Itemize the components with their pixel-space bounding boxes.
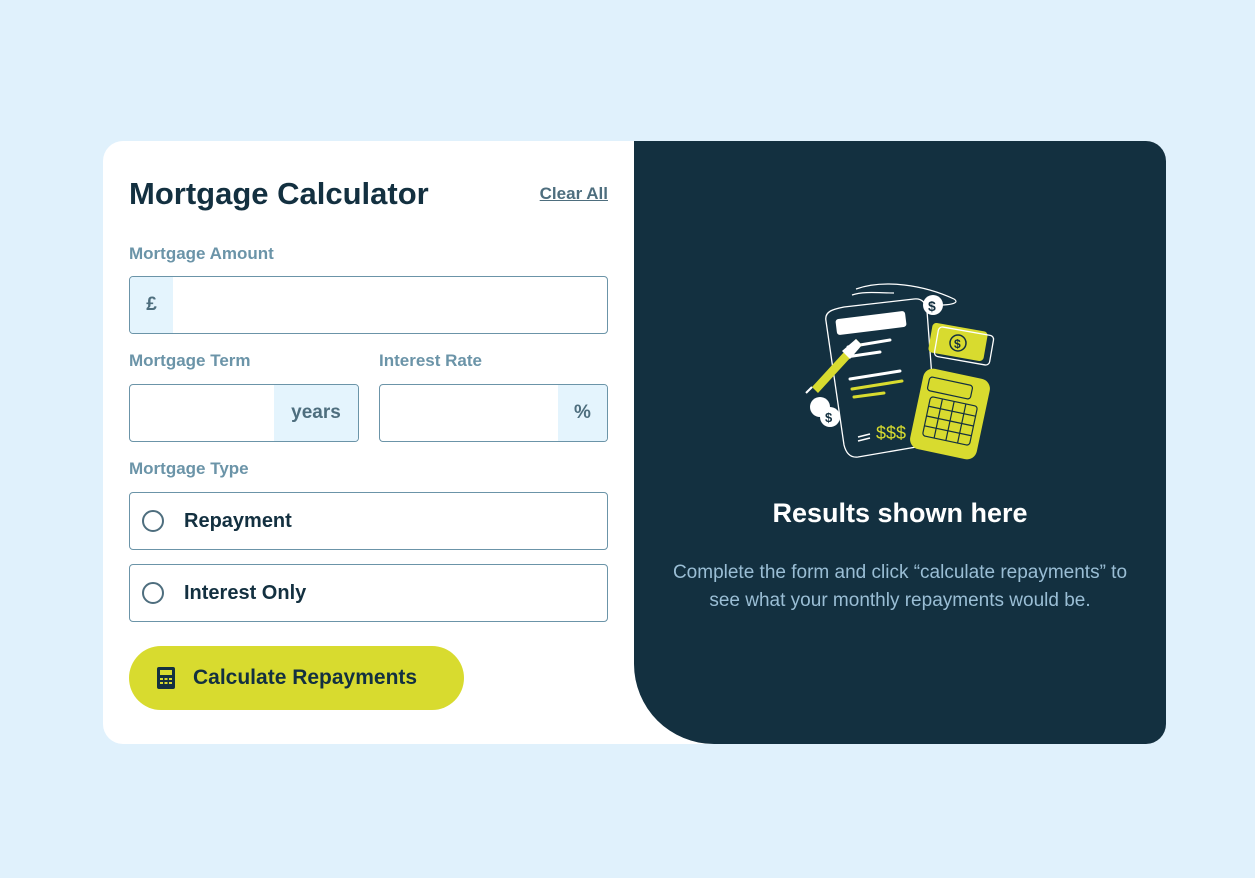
clear-all-link[interactable]: Clear All [540, 184, 608, 204]
mortgage-type-label: Mortgage Type [129, 459, 249, 478]
radio-label-repayment: Repayment [184, 509, 292, 532]
form-panel: Mortgage Calculator Clear All Mortgage A… [103, 141, 634, 744]
calculator-icon [157, 667, 175, 689]
calculator-card: Mortgage Calculator Clear All Mortgage A… [103, 141, 1166, 744]
percent-suffix: % [558, 385, 607, 441]
interest-rate-field: % [379, 384, 608, 442]
results-title: Results shown here [772, 498, 1028, 528]
radio-button-interest-only[interactable] [142, 582, 164, 604]
mortgage-term-field: years [129, 384, 359, 442]
currency-prefix: £ [130, 277, 173, 333]
mortgage-term-label: Mortgage Term [129, 351, 251, 370]
empty-results-illustration: $$$ $ $ $ [805, 283, 995, 460]
radio-label-interest-only: Interest Only [184, 581, 307, 604]
calculate-repayments-button[interactable]: Calculate Repayments [129, 646, 464, 710]
results-panel: $$$ $ $ $ Results shown here Complete th… [634, 141, 1166, 744]
mortgage-amount-field: £ [129, 276, 608, 334]
years-suffix: years [274, 385, 358, 441]
mortgage-term-input[interactable] [130, 385, 274, 441]
svg-text:$: $ [954, 337, 961, 351]
svg-text:$$$: $$$ [876, 423, 906, 443]
mortgage-amount-input[interactable] [173, 277, 607, 333]
radio-option-interest-only[interactable]: Interest Only [129, 564, 608, 622]
radio-button-repayment[interactable] [142, 510, 164, 532]
svg-text:$: $ [825, 410, 833, 425]
interest-rate-input[interactable] [380, 385, 558, 441]
mortgage-amount-label: Mortgage Amount [129, 244, 274, 263]
interest-rate-label: Interest Rate [379, 351, 482, 370]
calculate-repayments-label: Calculate Repayments [193, 666, 418, 689]
page-title: Mortgage Calculator [129, 176, 429, 211]
radio-option-repayment[interactable]: Repayment [129, 492, 608, 550]
svg-text:$: $ [928, 298, 936, 314]
results-description: Complete the form and click “calculate r… [672, 562, 1128, 611]
